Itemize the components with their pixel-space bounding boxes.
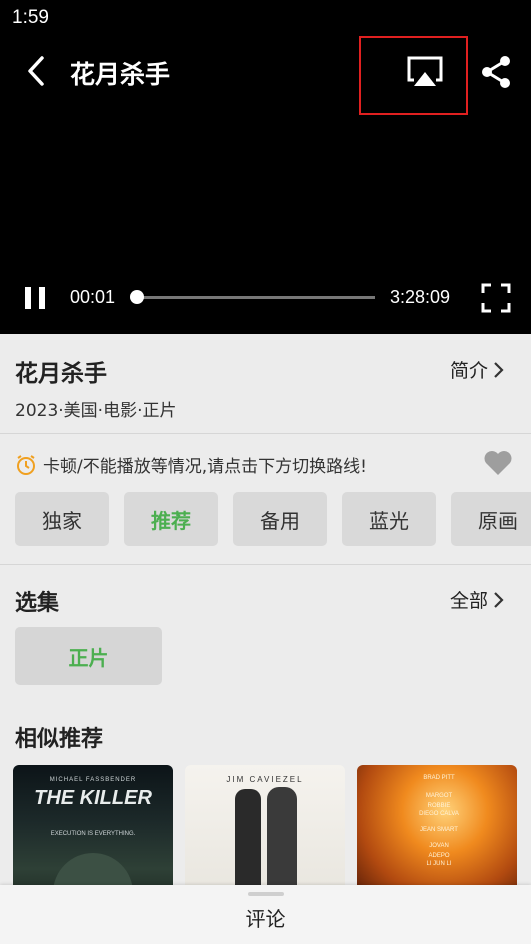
- chevron-right-icon: [494, 591, 504, 608]
- poster-cast-3: DIEGO CALVA: [419, 811, 459, 817]
- progress-thumb[interactable]: [130, 290, 144, 304]
- airplay-cast-icon[interactable]: [405, 54, 445, 90]
- comment-label: 评论: [245, 907, 286, 931]
- route-button-bluray[interactable]: 蓝光: [342, 492, 436, 546]
- fullscreen-icon[interactable]: [481, 283, 511, 313]
- pause-icon[interactable]: [22, 283, 50, 313]
- poster-figure: [235, 789, 261, 895]
- drag-handle[interactable]: [248, 892, 284, 896]
- all-episodes-link[interactable]: 全部: [450, 586, 504, 613]
- poster-the-killer[interactable]: MICHAEL FASSBENDER THE KILLER EXECUTION …: [13, 765, 173, 895]
- chevron-right-icon: [494, 361, 504, 378]
- video-player[interactable]: 1:59 花月杀手 00:01 3:28:09: [0, 0, 531, 334]
- comment-bar[interactable]: 评论: [0, 885, 531, 944]
- route-button-exclusive[interactable]: 独家: [15, 492, 109, 546]
- intro-label: 简介: [450, 360, 489, 382]
- poster-credit: JIM CAVIEZEL: [226, 775, 304, 784]
- favorite-heart-icon[interactable]: [483, 450, 513, 476]
- alarm-clock-icon: [17, 454, 35, 475]
- recommend-list: MICHAEL FASSBENDER THE KILLER EXECUTION …: [13, 765, 517, 895]
- intro-link[interactable]: 简介: [450, 356, 504, 383]
- progress-track[interactable]: [137, 296, 375, 299]
- current-time: 00:01: [70, 287, 116, 307]
- status-bar-time: 1:59: [12, 7, 49, 28]
- player-title: 花月杀手: [70, 60, 171, 89]
- movie-meta: 2023·美国·电影·正片: [15, 401, 177, 421]
- poster-tagline: EXECUTION IS EVERYTHING.: [50, 831, 136, 837]
- route-button-backup[interactable]: 备用: [233, 492, 327, 546]
- poster-cast-2: MARGOT ROBBIE: [425, 793, 453, 809]
- poster-cast-4: JEAN SMART: [420, 827, 458, 833]
- recommend-title: 相似推荐: [15, 727, 104, 752]
- poster-credit: MICHAEL FASSBENDER: [49, 777, 137, 783]
- poster-title: THE KILLER: [34, 787, 152, 809]
- poster-cast-5: JOVAN ADEPO: [428, 843, 450, 859]
- back-arrow-icon[interactable]: [20, 54, 54, 88]
- poster-figure: [267, 787, 297, 895]
- all-label: 全部: [450, 590, 489, 612]
- switch-line-notice: 卡顿/不能播放等情况,请点击下方切换路线!: [15, 452, 367, 477]
- route-button-original[interactable]: 原画: [451, 492, 531, 546]
- poster-jim-caviezel[interactable]: JIM CAVIEZEL: [185, 765, 345, 895]
- poster-cast-6: LI JUN LI: [426, 861, 452, 867]
- movie-title: 花月杀手: [15, 361, 107, 387]
- notice-text: 卡顿/不能播放等情况,请点击下方切换路线!: [43, 457, 367, 477]
- route-button-recommended[interactable]: 推荐: [124, 492, 218, 546]
- poster-babylon[interactable]: BRAD PITT MARGOT ROBBIE DIEGO CALVA JEAN…: [357, 765, 517, 895]
- route-selector: 独家 推荐 备用 蓝光 原画: [15, 492, 531, 546]
- divider: [0, 433, 531, 434]
- episode-button[interactable]: 正片: [15, 627, 162, 685]
- duration-time: 3:28:09: [390, 287, 451, 307]
- poster-cast-1: BRAD PITT: [423, 775, 455, 781]
- episodes-title: 选集: [15, 591, 60, 616]
- share-icon[interactable]: [478, 54, 514, 90]
- divider: [0, 564, 531, 565]
